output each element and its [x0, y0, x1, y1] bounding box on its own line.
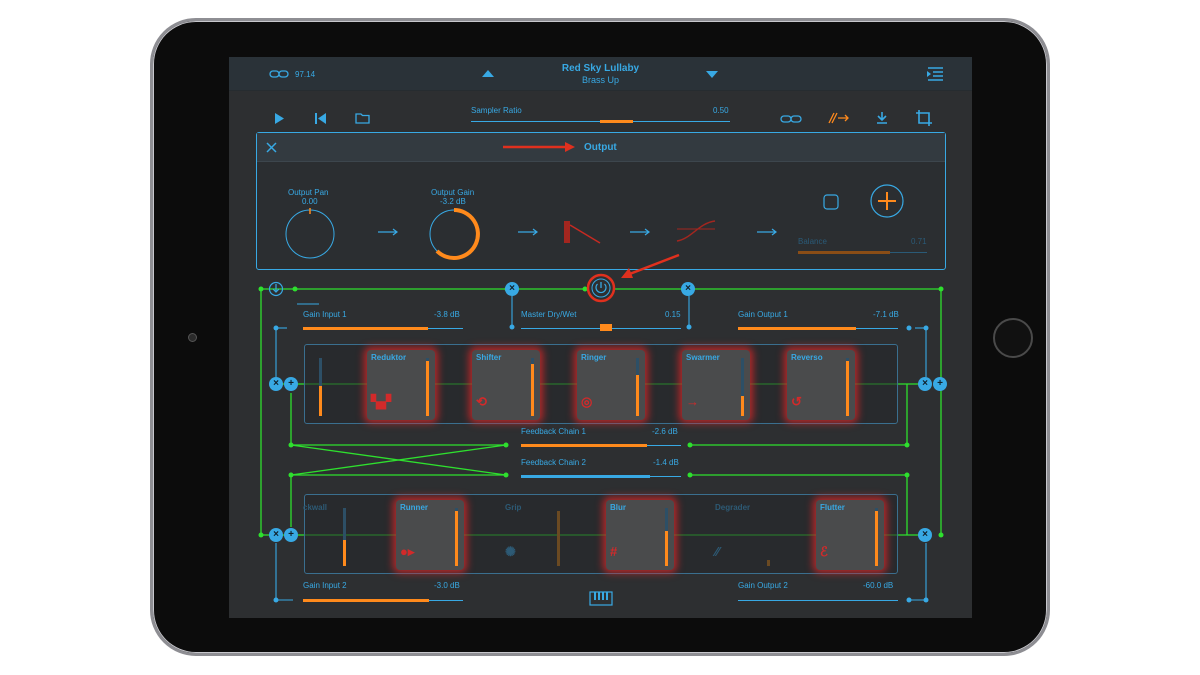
- effect-name: ckwall: [303, 503, 328, 512]
- effect-slot-reverso[interactable]: Reverso ↺: [787, 350, 855, 420]
- effect-slot-ringer[interactable]: Ringer ◎: [577, 350, 645, 420]
- effect-slot-reduktor[interactable]: Reduktor ▚▞: [367, 350, 435, 420]
- feedback-2-label: Feedback Chain 2: [521, 458, 586, 467]
- runner-icon: ●▸: [400, 544, 415, 559]
- feedback-2-slider[interactable]: [521, 475, 650, 478]
- effect-slot-shifter[interactable]: Shifter ⟲: [472, 350, 540, 420]
- effect-name: Grip: [505, 503, 522, 512]
- chain-1-mute-node[interactable]: ×: [269, 377, 283, 391]
- effect-slot-partial[interactable]: [317, 350, 337, 418]
- gain-input-2-value: -3.0 dB: [434, 581, 460, 590]
- gain-input-1-value: -3.8 dB: [434, 310, 460, 319]
- effect-chain-1: Reduktor ▚▞ Shifter ⟲ Ringer ◎ Swarmer →…: [304, 344, 898, 424]
- power-bypass-icon[interactable]: [586, 273, 616, 303]
- effect-slot-brickwall[interactable]: ckwall: [299, 500, 349, 570]
- mute-node-left[interactable]: ×: [505, 282, 519, 296]
- flutter-icon: ℰ: [820, 544, 828, 559]
- effect-slot-flutter[interactable]: Flutter ℰ: [816, 500, 884, 570]
- effect-name: Ringer: [581, 353, 607, 362]
- shifter-icon: ⟲: [476, 394, 487, 409]
- home-button[interactable]: [993, 318, 1033, 358]
- effect-slot-swarmer[interactable]: Swarmer →: [682, 350, 750, 420]
- degrader-icon: ⁄⁄: [715, 544, 720, 559]
- effect-name: Runner: [400, 503, 428, 512]
- gain-output-1-label: Gain Output 1: [738, 310, 788, 319]
- feedback-1-label: Feedback Chain 1: [521, 427, 586, 436]
- master-drywet-label: Master Dry/Wet: [521, 310, 577, 319]
- gain-output-2-value: -60.0 dB: [863, 581, 894, 590]
- gain-input-1-slider[interactable]: [303, 327, 428, 330]
- swarmer-icon: →: [686, 394, 699, 409]
- effect-slot-runner[interactable]: Runner ●▸: [396, 500, 464, 570]
- effect-chain-2: ckwall Runner ●▸ Grip ✺ Blur # Degrader …: [303, 494, 898, 574]
- camera-icon: [188, 333, 197, 342]
- ringer-icon: ◎: [581, 394, 593, 409]
- reverso-icon: ↺: [791, 394, 802, 409]
- effect-name: Degrader: [715, 503, 751, 512]
- master-drywet-value: 0.15: [665, 310, 681, 319]
- feedback-2-value: -1.4 dB: [653, 458, 679, 467]
- effect-slot-blur[interactable]: Blur #: [606, 500, 674, 570]
- gain-output-1-value: -7.1 dB: [873, 310, 899, 319]
- app-screen: 97.14 Red Sky Lullaby Brass Up Sampler R…: [229, 57, 972, 618]
- effect-slot-degrader[interactable]: Degrader ⁄⁄: [711, 500, 779, 570]
- effect-name: Swarmer: [686, 353, 720, 362]
- effect-name: Reduktor: [371, 353, 407, 362]
- keyboard-icon[interactable]: [589, 591, 613, 606]
- gain-output-2-label: Gain Output 2: [738, 581, 788, 590]
- chain-2-add-node[interactable]: +: [284, 528, 298, 542]
- gain-input-2-label: Gain Input 2: [303, 581, 347, 590]
- feedback-1-slider[interactable]: [521, 444, 647, 447]
- mute-node-right[interactable]: ×: [681, 282, 695, 296]
- chain-1-out-add-node[interactable]: +: [933, 377, 947, 391]
- chain-1-add-node[interactable]: +: [284, 377, 298, 391]
- gain-input-1-label: Gain Input 1: [303, 310, 347, 319]
- effect-slot-grip[interactable]: Grip ✺: [501, 500, 569, 570]
- effect-name: Shifter: [476, 353, 502, 362]
- input-icon[interactable]: [268, 281, 284, 297]
- gain-output-1-slider[interactable]: [738, 327, 856, 330]
- chain-2-out-mute-node[interactable]: ×: [918, 528, 932, 542]
- annotation-arrow-power: [621, 253, 680, 278]
- blur-icon: #: [610, 544, 618, 559]
- master-drywet-slider[interactable]: [600, 324, 612, 331]
- gain-output-2-track[interactable]: [738, 600, 898, 601]
- effect-name: Reverso: [791, 353, 823, 362]
- gain-input-2-slider[interactable]: [303, 599, 429, 602]
- effect-name: Flutter: [820, 503, 845, 512]
- grip-icon: ✺: [505, 544, 516, 559]
- effect-name: Blur: [610, 503, 626, 512]
- reduktor-icon: ▚▞: [371, 394, 391, 409]
- feedback-1-value: -2.6 dB: [652, 427, 678, 436]
- chain-1-out-mute-node[interactable]: ×: [918, 377, 932, 391]
- chain-2-mute-node[interactable]: ×: [269, 528, 283, 542]
